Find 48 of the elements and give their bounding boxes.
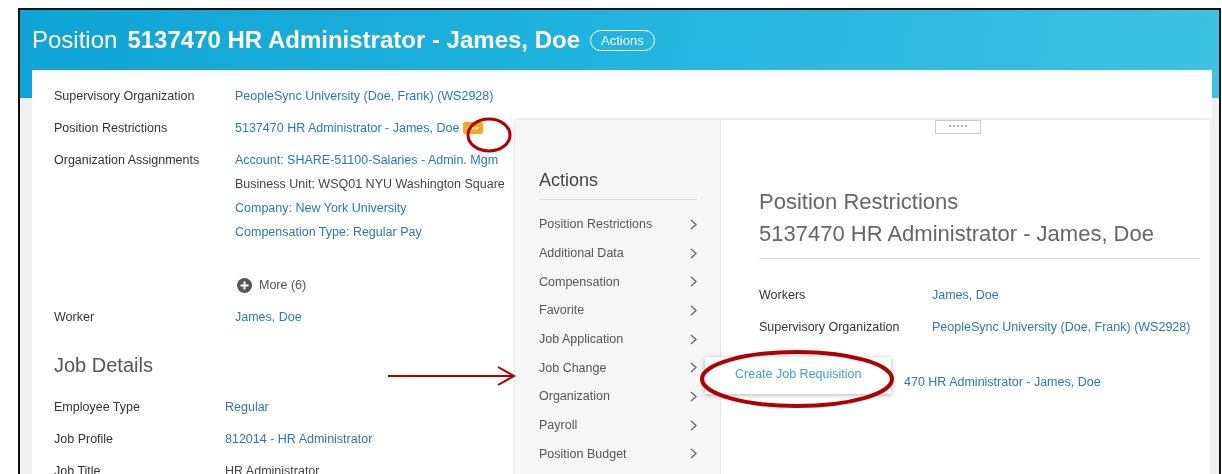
chevron-icon	[690, 218, 697, 230]
highlight-circle	[466, 117, 512, 153]
field-link[interactable]: Regular	[225, 400, 269, 414]
field-link[interactable]: James, Doe	[932, 288, 999, 302]
section-heading: Job Details	[54, 354, 153, 377]
chevron-icon	[690, 333, 697, 345]
chevron-icon	[690, 276, 697, 288]
menu-item[interactable]: Additional Data	[539, 238, 697, 268]
field-link[interactable]: Account: SHARE-51100-Salaries - Admin. Mgm	[235, 153, 499, 167]
field-label: Job Profile	[54, 431, 115, 448]
menu-item[interactable]: Position Budget	[539, 439, 697, 469]
field-label: Workers	[759, 288, 807, 302]
field-link[interactable]: 5137470 HR Administrator - James, Doe	[235, 121, 460, 135]
menu-item[interactable]: Job Change	[539, 353, 697, 383]
menu-item[interactable]: Payroll	[539, 410, 697, 440]
chevron-icon	[690, 362, 697, 374]
menu-item[interactable]: Position Restrictions	[539, 210, 697, 239]
field-value: Business Unit: WSQ01 NYU Washington Square	[235, 177, 505, 191]
field-link[interactable]: Company: New York University	[235, 201, 407, 215]
page-title: 5137470 HR Administrator - James, Doe	[127, 26, 580, 54]
field-link[interactable]: James, Doe	[235, 310, 302, 324]
panel-title: Position Restrictions	[759, 188, 960, 216]
chevron-icon	[690, 419, 697, 431]
field-label: Employee Type	[54, 399, 141, 416]
field-link[interactable]: 470 HR Administrator - James, Doe	[904, 375, 1101, 389]
field-label: Organization Assignments	[54, 152, 201, 169]
menu-item[interactable]: Organization	[539, 382, 697, 411]
field-link[interactable]: PeopleSync University (Doe, Frank) (WS2928)	[235, 89, 494, 103]
panel-subtitle: 5137470 HR Administrator - James, Doe	[759, 220, 1155, 248]
chevron-icon	[690, 448, 697, 460]
page-title-prefix: Position	[32, 26, 118, 54]
menu-heading: Actions	[539, 170, 697, 200]
field-link[interactable]: 812014 - HR Administrator	[225, 432, 373, 446]
more-link[interactable]: More (6)	[259, 278, 307, 292]
chevron-icon	[690, 247, 697, 259]
menu-item[interactable]: Job Application	[539, 324, 697, 354]
submenu-item[interactable]: Create Job Requisition	[735, 367, 862, 381]
chevron-icon	[690, 304, 697, 316]
menu-item[interactable]: Favorite	[539, 296, 697, 325]
plus-circle-icon	[237, 277, 252, 293]
chevron-icon	[690, 390, 697, 402]
field-link[interactable]: Compensation Type: Regular Pay	[235, 225, 422, 239]
field-label: Supervisory Organization	[759, 320, 901, 334]
menu-item[interactable]: Compensation	[539, 267, 697, 297]
field-label: Supervisory Organization	[54, 88, 196, 105]
field-link[interactable]: PeopleSync University (Doe, Frank) (WS2928)	[932, 320, 1191, 334]
field-label: Position Restrictions	[54, 120, 169, 137]
field-label: Worker	[54, 309, 96, 326]
